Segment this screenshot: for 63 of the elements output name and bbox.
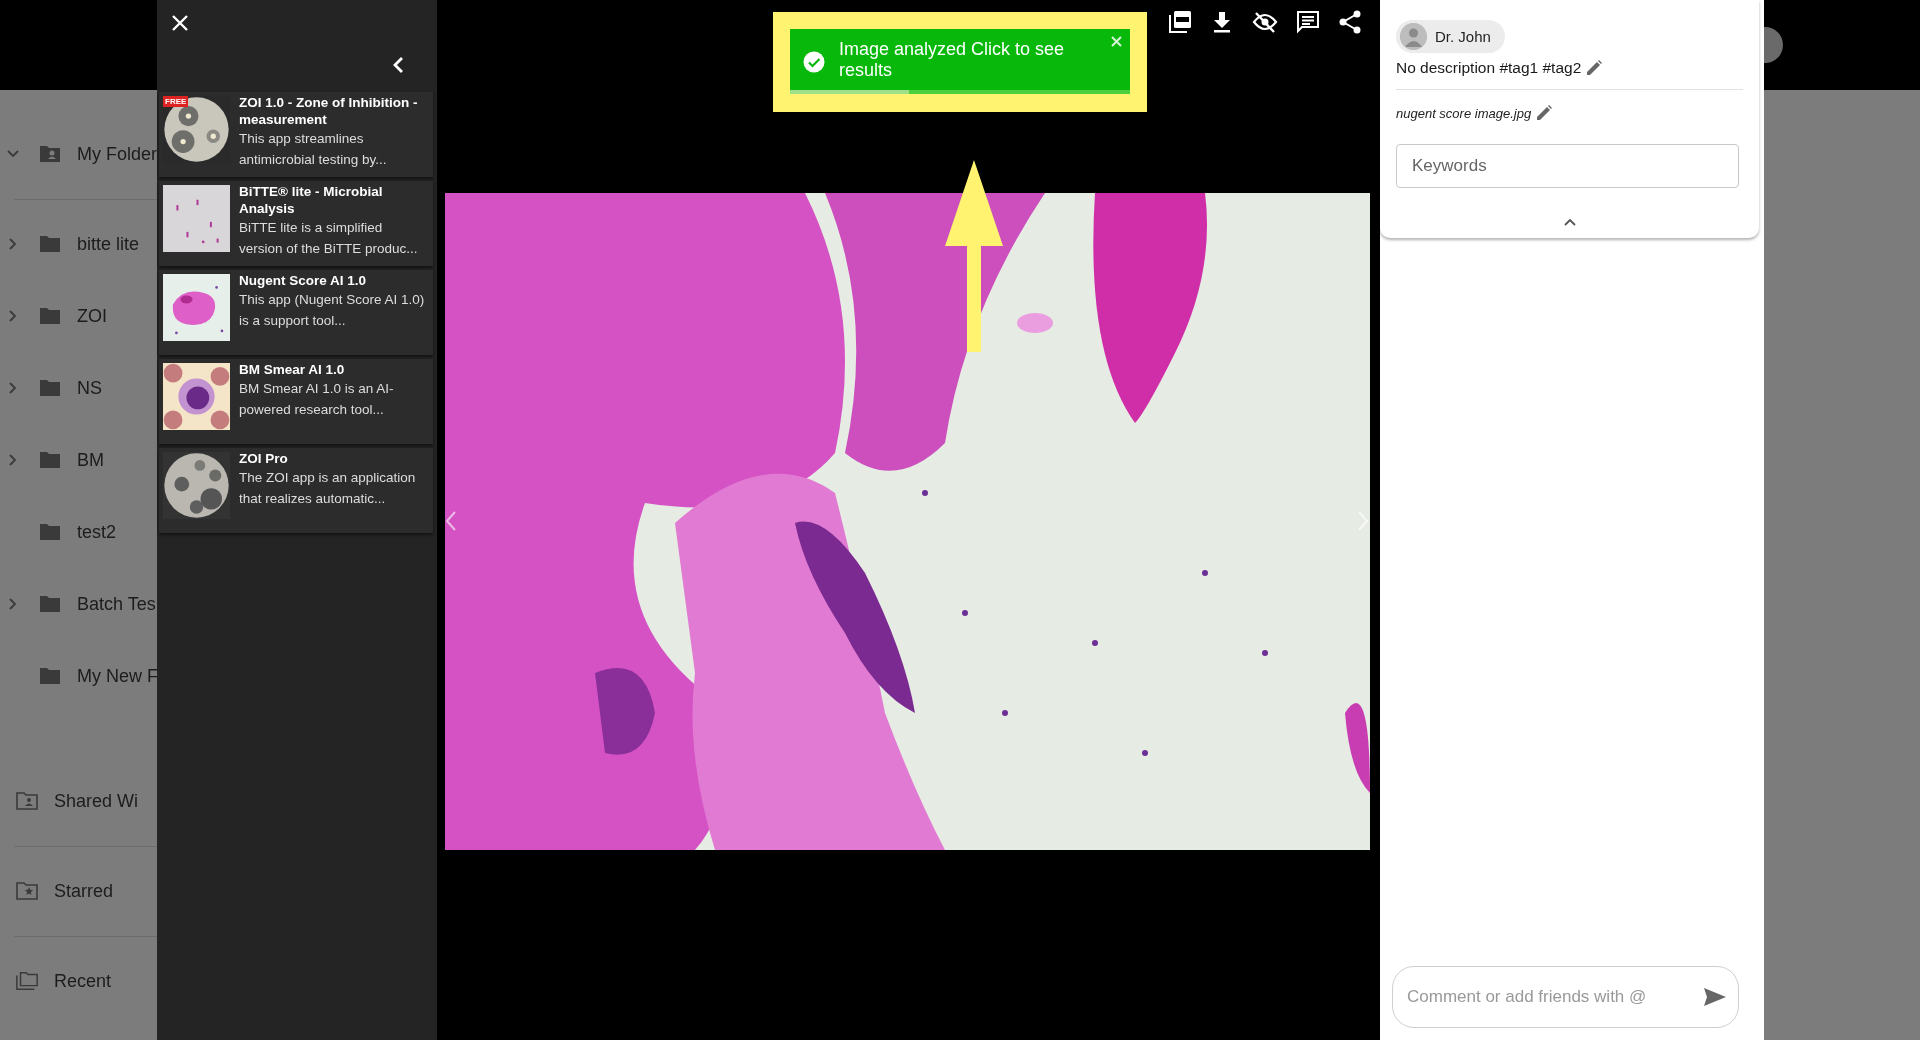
app-card[interactable]: BM Smear AI 1.0 BM Smear AI 1.0 is an AI-powered research tool... [159,359,433,444]
eye-slash-icon[interactable] [1252,10,1278,34]
folder-icon [38,522,62,542]
folder-label[interactable]: test2 [77,521,117,543]
toast-message: Image analyzed Click to see results [839,38,1066,81]
app-title: Nugent Score AI 1.0 [239,272,368,289]
app-title: ZOI Pro [239,450,289,467]
chevron-down-icon[interactable] [7,150,19,158]
folder-label[interactable]: Recent [54,970,112,992]
shared-folder-icon [15,791,39,811]
app-title: BM Smear AI 1.0 [239,361,346,378]
comment-field[interactable]: Comment or add friends with @ [1392,966,1739,1028]
app-description: BM Smear AI 1.0 is an AI-powered research tool... [239,380,395,419]
chevron-right-icon[interactable] [9,310,17,322]
check-circle-icon [803,50,825,73]
app-card[interactable]: FREE ZOI 1.0 - Zone of Inhibition - measurement This app streamlines antimicrobial testing by... [159,92,433,177]
app-description: This app streamlines antimicrobial testing by... [239,130,388,169]
star-folder-icon [15,881,39,901]
folder-icon [38,666,62,686]
chevron-right-icon[interactable] [9,238,17,250]
chevron-right-icon[interactable] [9,454,17,466]
keywords-field[interactable]: Keywords [1396,144,1739,188]
pdf-icon[interactable] [1168,10,1192,34]
free-badge: FREE [163,96,189,107]
folder-icon [38,306,62,326]
person-folder-icon [38,144,62,164]
pencil-icon[interactable] [1535,104,1554,122]
send-icon[interactable] [1703,987,1727,1007]
owner-name: Dr. John [1435,28,1491,45]
description-text: No description #tag1 #tag2 [1396,59,1582,77]
folder-icon [38,594,62,614]
folder-label[interactable]: NS [77,377,102,399]
folder-icon [38,378,62,398]
folders-icon [15,970,39,992]
chevron-left-icon[interactable] [392,56,404,74]
folder-label[interactable]: My Folder [77,143,157,165]
app-card[interactable]: Nugent Score AI 1.0 This app (Nugent Score AI 1.0) is a support tool... [159,270,433,355]
folder-icon [38,450,62,470]
pencil-icon[interactable] [1585,59,1604,77]
app-description: This app (Nugent Score AI 1.0) is a support tool... [239,291,426,330]
avatar-icon [1400,23,1427,50]
comment-icon[interactable] [1296,10,1320,34]
notification-toast[interactable]: Image analyzed Click to see results [790,29,1130,94]
folder-icon [38,234,62,254]
app-description: BiTTE lite is a simplified version of the BiTTE produc... [239,219,419,258]
folder-label[interactable]: My New F [77,665,157,687]
app-card[interactable]: ZOI Pro The ZOI app is an application that realizes automatic... [159,448,433,533]
file-name: nugent score image.jpg [1396,105,1532,121]
folder-label[interactable]: Shared Wi [54,790,139,812]
folder-label[interactable]: Starred [54,880,114,902]
app-description: The ZOI app is an application that realizes automatic... [239,469,417,508]
share-icon[interactable] [1338,10,1362,34]
folder-label[interactable]: Batch Tes [77,593,156,615]
caret-up-icon[interactable] [1563,218,1576,226]
chevron-right-icon[interactable] [9,382,17,394]
owner-chip[interactable]: Dr. John [1396,20,1505,53]
app-title: ZOI 1.0 - Zone of Inhibition - measurement [239,94,419,128]
folder-label[interactable]: bitte lite [77,233,140,255]
folder-label[interactable]: ZOI [77,305,107,327]
app-title: BiTTE® lite - Microbial Analysis [239,183,384,217]
chevron-right-icon[interactable] [9,598,17,610]
folder-label[interactable]: BM [77,449,104,471]
app-card[interactable]: BiTTE® lite - Microbial Analysis BiTTE lite is a simplified version of the BiTTE produc... [159,181,433,266]
